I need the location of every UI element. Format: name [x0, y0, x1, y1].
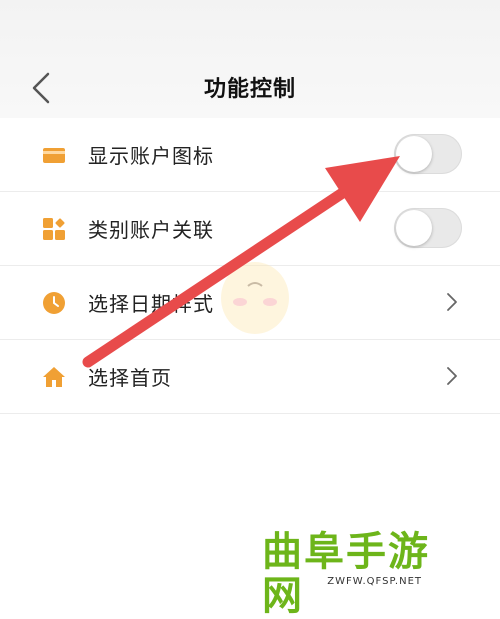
settings-row-date-style[interactable]: 选择日期样式	[0, 266, 500, 340]
settings-row-label: 显示账户图标	[88, 144, 214, 168]
settings-row-home-page[interactable]: 选择首页	[0, 340, 500, 414]
category-icon	[43, 218, 65, 240]
settings-row-label: 选择日期样式	[88, 292, 214, 316]
card-icon	[43, 148, 65, 163]
chevron-right-icon	[447, 367, 457, 385]
chevron-right-icon	[447, 293, 457, 311]
category-account-link-toggle[interactable]	[394, 208, 462, 248]
page-title: 功能控制	[203, 77, 296, 102]
home-icon	[43, 367, 65, 387]
toggle-knob	[396, 136, 432, 172]
settings-row-label: 选择首页	[88, 366, 172, 390]
settings-row-category-account-link[interactable]: 类别账户关联	[0, 192, 500, 266]
settings-row-show-account-icon[interactable]: 显示账户图标	[0, 118, 500, 192]
settings-list: 显示账户图标 类别账户关联 选择日期样式 选择首页	[0, 118, 500, 414]
show-account-icon-toggle[interactable]	[394, 134, 462, 174]
watermark-text: 曲阜手游网	[262, 528, 430, 619]
clock-icon	[43, 292, 65, 314]
toggle-knob	[396, 210, 432, 246]
watermark-url: ZWFW.QFSP.NET	[327, 576, 422, 587]
site-watermark: 曲阜手游网 ZWFW.QFSP.NET	[262, 530, 482, 618]
app-header: 功能控制	[0, 0, 500, 119]
settings-row-label: 类别账户关联	[88, 218, 214, 242]
